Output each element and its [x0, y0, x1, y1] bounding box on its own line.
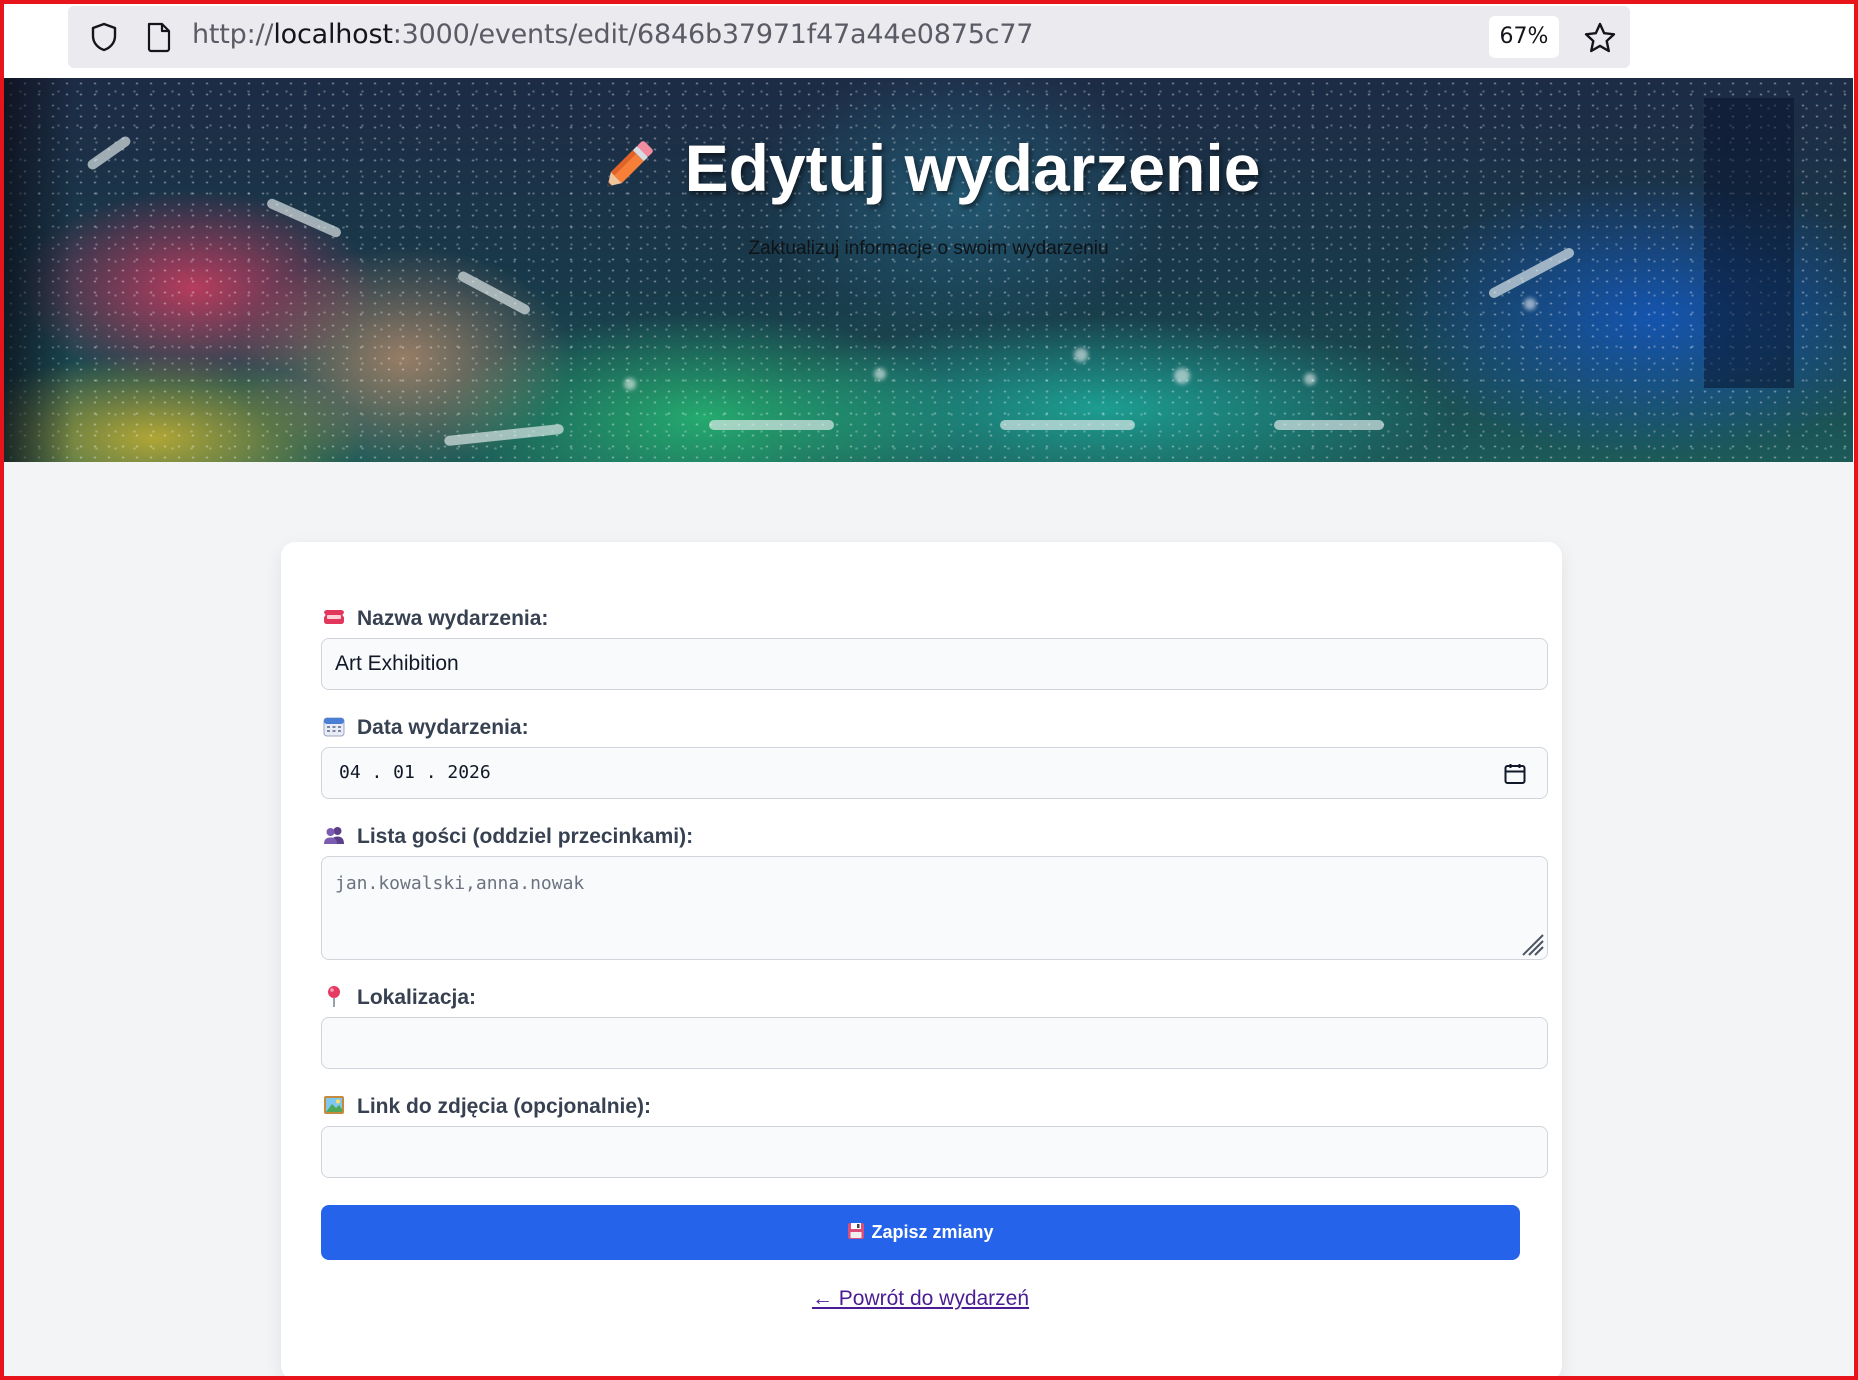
- star-icon[interactable]: [1582, 20, 1618, 56]
- guest-list-value: jan.kowalski,anna.nowak: [335, 873, 585, 894]
- calendar-icon: [323, 717, 345, 737]
- spotlight: [1074, 348, 1088, 362]
- event-name-label-text: Nazwa wydarzenia:: [357, 607, 549, 630]
- page-icon: [147, 22, 171, 53]
- calendar-picker-icon[interactable]: [1503, 762, 1527, 786]
- stage-light-bar: [709, 420, 834, 430]
- guest-list-label: Lista gości (oddziel przecinkami):: [323, 824, 693, 849]
- shield-icon[interactable]: [88, 21, 120, 53]
- zoom-level-badge[interactable]: 67%: [1489, 16, 1559, 58]
- guest-list-textarea[interactable]: jan.kowalski,anna.nowak: [321, 856, 1548, 960]
- event-date-input[interactable]: 04 . 01 . 2026: [321, 747, 1548, 799]
- spotlight: [1524, 298, 1536, 310]
- image-link-label-text: Link do zdjęcia (opcjonalnie):: [357, 1095, 652, 1118]
- page-subtitle: Zaktualizuj informacje o swoim wydarzeni…: [748, 238, 1109, 259]
- url-bar[interactable]: http://localhost:3000/events/edit/6846b3…: [68, 6, 1630, 68]
- guest-list-label-text: Lista gości (oddziel przecinkami):: [357, 825, 694, 848]
- image-link-label: Link do zdjęcia (opcjonalnie):: [323, 1094, 651, 1119]
- window-edge: [1853, 0, 1858, 1380]
- browser-toolbar: http://localhost:3000/events/edit/6846b3…: [0, 0, 1858, 78]
- event-name-input[interactable]: Art Exhibition: [321, 638, 1548, 690]
- page-title: Edytuj wydarzenie: [4, 130, 1853, 206]
- pin-icon: [328, 986, 340, 1007]
- spotlight: [874, 368, 886, 380]
- save-button-label: Zapisz zmiany: [871, 1222, 994, 1242]
- people-icon: [324, 827, 344, 844]
- save-button[interactable]: Zapisz zmiany: [321, 1205, 1520, 1260]
- stage-light-bar: [1000, 420, 1135, 430]
- event-name-label: Nazwa wydarzenia:: [323, 606, 548, 631]
- ticket-icon: [324, 610, 344, 624]
- spotlight: [1304, 373, 1316, 385]
- page-title-text: Edytuj wydarzenie: [684, 131, 1261, 205]
- floppy-disk-icon: [848, 1223, 865, 1239]
- location-input[interactable]: [321, 1017, 1548, 1069]
- location-label: Lokalizacja:: [323, 985, 476, 1010]
- url-prefix: http://: [192, 19, 274, 50]
- hero-banner: Edytuj wydarzenie Zaktualizuj informacje…: [4, 78, 1853, 462]
- location-label-text: Lokalizacja:: [357, 986, 477, 1009]
- event-date-value: 04 . 01 . 2026: [339, 762, 491, 783]
- spotlight: [1174, 368, 1190, 384]
- event-date-label: Data wydarzenia:: [323, 715, 529, 740]
- pencil-icon: [607, 141, 653, 187]
- spotlight: [624, 378, 636, 390]
- url-text[interactable]: http://localhost:3000/events/edit/6846b3…: [192, 19, 1033, 50]
- resize-handle-icon[interactable]: [1517, 929, 1545, 957]
- url-path: :3000/events/edit/6846b37971f47a44e0875c…: [392, 19, 1034, 50]
- event-date-label-text: Data wydarzenia:: [357, 716, 529, 739]
- image-link-input[interactable]: [321, 1126, 1548, 1178]
- picture-icon: [324, 1096, 344, 1114]
- back-to-events-link[interactable]: ← Powrót do wydarzeń: [321, 1287, 1520, 1311]
- stage-light-bar: [1274, 420, 1384, 430]
- url-host: localhost: [273, 19, 393, 50]
- edit-event-form: Nazwa wydarzenia: Art Exhibition Data wy…: [281, 542, 1562, 1380]
